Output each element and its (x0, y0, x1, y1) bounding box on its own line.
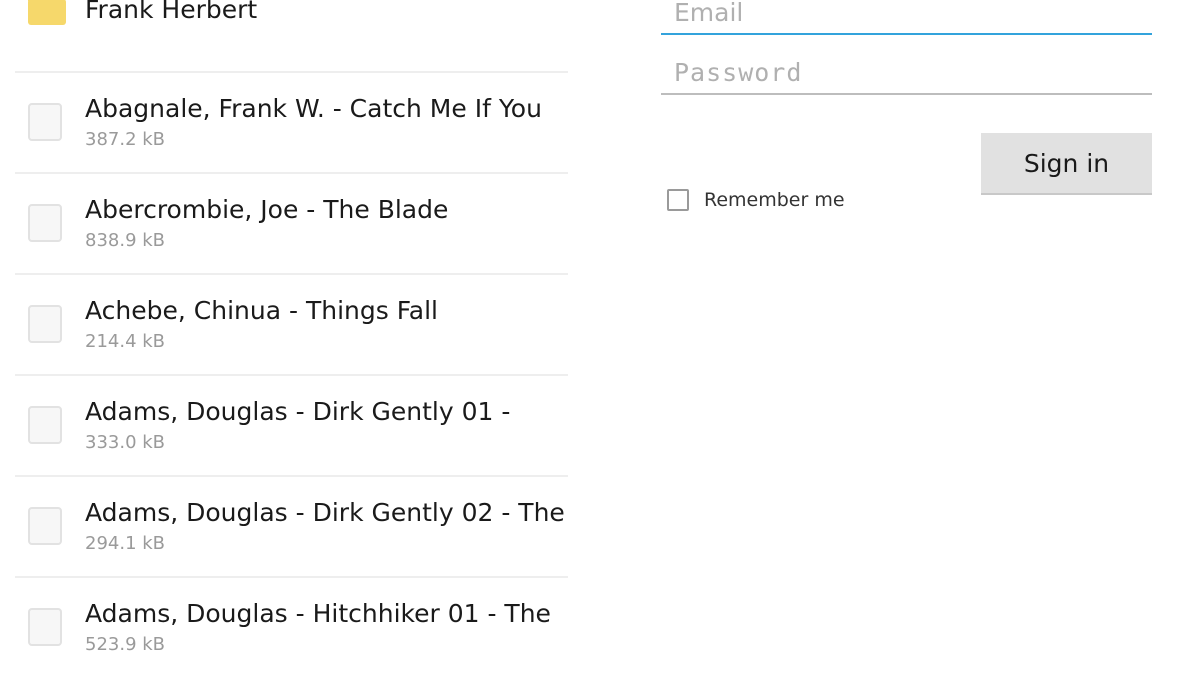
file-title: Adams, Douglas - Dirk Gently 01 - (85, 397, 511, 426)
document-icon (28, 204, 62, 242)
screen: Frank Herbert Abagnale, Frank W. - Catch… (0, 0, 1200, 675)
file-row[interactable]: Abagnale, Frank W. - Catch Me If You 387… (15, 73, 568, 174)
email-field[interactable] (661, 0, 1152, 35)
file-size: 333.0 kB (85, 432, 166, 453)
remember-me-label: Remember me (704, 189, 845, 211)
password-field[interactable] (661, 51, 1152, 95)
document-icon (28, 608, 62, 646)
remember-me-checkbox[interactable] (667, 189, 689, 211)
file-list: Frank Herbert Abagnale, Frank W. - Catch… (15, 0, 568, 675)
document-icon (28, 305, 62, 343)
file-title: Adams, Douglas - Dirk Gently 02 - The (85, 498, 565, 527)
file-row[interactable]: Adams, Douglas - Dirk Gently 02 - The 29… (15, 477, 568, 578)
file-row[interactable]: Achebe, Chinua - Things Fall 214.4 kB (15, 275, 568, 376)
folder-row[interactable]: Frank Herbert (15, 0, 568, 73)
remember-me-option[interactable]: Remember me (667, 189, 845, 211)
file-row[interactable]: Adams, Douglas - Dirk Gently 01 - 333.0 … (15, 376, 568, 477)
file-title: Adams, Douglas - Hitchhiker 01 - The (85, 599, 551, 628)
file-title: Achebe, Chinua - Things Fall (85, 296, 438, 325)
file-size: 294.1 kB (85, 533, 166, 554)
folder-name: Frank Herbert (85, 0, 258, 24)
file-row[interactable]: Abercrombie, Joe - The Blade 838.9 kB (15, 174, 568, 275)
file-row[interactable]: Adams, Douglas - Hitchhiker 01 - The 523… (15, 578, 568, 675)
file-size: 523.9 kB (85, 634, 166, 655)
file-title: Abagnale, Frank W. - Catch Me If You (85, 94, 542, 123)
document-icon (28, 103, 62, 141)
file-size: 214.4 kB (85, 331, 166, 352)
folder-icon (28, 0, 66, 25)
document-icon (28, 507, 62, 545)
sign-in-button[interactable]: Sign in (981, 133, 1152, 195)
file-size: 387.2 kB (85, 129, 166, 150)
signin-form: Sign in Remember me (660, 0, 1152, 260)
document-icon (28, 406, 62, 444)
file-size: 838.9 kB (85, 230, 166, 251)
file-title: Abercrombie, Joe - The Blade (85, 195, 449, 224)
